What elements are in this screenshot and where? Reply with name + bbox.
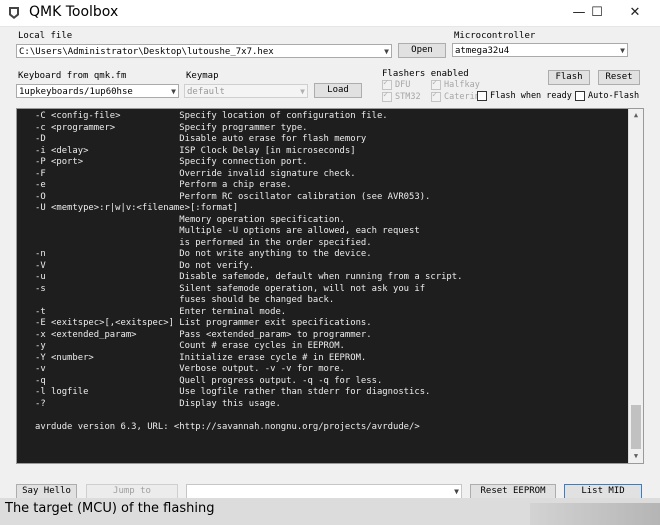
flashers-enabled-label: Flashers enabled — [382, 69, 469, 79]
chevron-down-icon[interactable]: ▼ — [384, 45, 389, 57]
console-line: -P <port> Specify connection port. — [35, 157, 308, 167]
dfu-checkbox[interactable] — [382, 78, 392, 90]
local-file-input[interactable]: C:\Users\Administrator\Desktop\lutoushe_… — [16, 44, 392, 58]
console-line: -O Perform RC oscillator calibration (se… — [35, 191, 431, 202]
load-button[interactable]: Load — [314, 83, 362, 98]
caterina-label: Caterin — [444, 92, 480, 102]
flash-button[interactable]: Flash — [548, 70, 590, 85]
console-line: -F Override invalid signature check. — [35, 168, 356, 179]
halfkay-label: Halfkay — [444, 80, 480, 90]
console-line: Multiple -U options are allowed, each re… — [35, 226, 420, 236]
console-line: -t Enter terminal mode. — [35, 306, 287, 317]
keymap-label: Keymap — [186, 71, 219, 81]
microcontroller-label: Microcontroller — [454, 31, 536, 41]
console-line: -x <extended_param> Pass <extended_param… — [35, 329, 372, 340]
keymap-value: default — [187, 87, 225, 97]
scrollbar-thumb[interactable] — [631, 405, 641, 449]
console-line: -i <delay> ISP Clock Delay [in microseco… — [35, 145, 356, 156]
console-line: -v Verbose output. -v -v for more. — [35, 364, 345, 374]
halfkay-checkbox[interactable] — [431, 78, 441, 90]
console-line: avrdude version 6.3, URL: <http://savann… — [35, 421, 420, 432]
microcontroller-select[interactable]: atmega32u4 ▼ — [452, 43, 628, 57]
console-line: -l logfile Use logfile rather than stder… — [35, 387, 431, 397]
list-mid-button[interactable]: List MID — [564, 484, 642, 499]
console-line: -V Do not verify. — [35, 260, 255, 271]
maximize-button[interactable]: ☐ — [580, 0, 614, 26]
scroll-down-icon[interactable]: ▼ — [629, 450, 643, 463]
qmk-app-icon — [9, 7, 19, 19]
console-line: -Y <number> Initialize erase cycle # in … — [35, 352, 367, 363]
console-line: is performed in the order specified. — [35, 237, 372, 248]
jump-target-select[interactable]: ▼ — [186, 484, 462, 499]
console-line: -y Count # erase cycles in EEPROM. — [35, 341, 345, 351]
console-line: -q Quell progress output. -q -q for less… — [35, 375, 383, 386]
resize-grip — [530, 503, 660, 525]
keyboard-value: 1upkeyboards/1up60hse — [19, 87, 133, 97]
console-line: -? Display this usage. — [35, 398, 281, 409]
window-title: QMK Toolbox — [29, 4, 119, 20]
console-line: -e Perform a chip erase. — [35, 180, 292, 190]
qmk-toolbox-window: QMK Toolbox — ☐ ✕ Local file C:\Users\Ad… — [0, 0, 660, 525]
caterina-checkbox[interactable] — [431, 90, 441, 102]
chevron-down-icon[interactable]: ▼ — [300, 85, 305, 97]
flash-when-ready-checkbox[interactable] — [477, 91, 487, 101]
caption-text: The target (MCU) of the flashing — [5, 501, 215, 516]
console-line: Memory operation specification. — [35, 214, 345, 225]
reset-eeprom-button[interactable]: Reset EEPROM — [470, 484, 556, 499]
scroll-up-icon[interactable]: ▲ — [629, 109, 643, 122]
local-file-label: Local file — [18, 31, 73, 41]
auto-flash-checkbox[interactable] — [575, 91, 585, 101]
chevron-down-icon[interactable]: ▼ — [620, 44, 625, 56]
flash-when-ready-label: Flash when ready — [490, 91, 572, 101]
stm32-label: STM32 — [395, 92, 421, 102]
chevron-down-icon[interactable]: ▼ — [171, 85, 176, 97]
keyboard-select[interactable]: 1upkeyboards/1up60hse ▼ — [16, 84, 179, 98]
keyboard-label: Keyboard from qmk.fm — [18, 71, 127, 81]
console-line: -U <memtype>:r|w|v:<filename>[:format] — [35, 203, 239, 213]
console-line: -c <programmer> Specify programmer type. — [35, 122, 308, 133]
microcontroller-value: atmega32u4 — [455, 46, 510, 56]
console-line: -n Do not write anything to the device. — [35, 249, 372, 259]
console-line: -E <exitspec>[,<exitspec>] List programm… — [35, 318, 372, 328]
console-line: -u Disable safemode, default when runnin… — [35, 272, 463, 282]
dfu-label: DFU — [395, 80, 411, 90]
console-output[interactable]: -C <config-file> Specify location of con… — [16, 108, 644, 464]
reset-button[interactable]: Reset — [598, 70, 640, 85]
jump-to-button[interactable]: Jump to — [86, 484, 178, 499]
auto-flash-label: Auto-Flash — [588, 91, 640, 101]
console-line: fuses should be changed back. — [35, 295, 335, 305]
close-button[interactable]: ✕ — [618, 0, 652, 26]
local-file-value: C:\Users\Administrator\Desktop\lutoushe_… — [19, 47, 274, 57]
stm32-checkbox[interactable] — [382, 90, 392, 102]
console-line: -s Silent safemode operation, will not a… — [35, 283, 426, 294]
title-bar: QMK Toolbox — ☐ ✕ — [0, 0, 660, 27]
console-scrollbar[interactable]: ▲ ▼ — [628, 109, 643, 463]
console-line: -D Disable auto erase for flash memory — [35, 134, 367, 144]
open-button[interactable]: Open — [398, 43, 446, 58]
console-line: -C <config-file> Specify location of con… — [35, 111, 388, 121]
console-text: -C <config-file> Specify location of con… — [35, 111, 462, 433]
say-hello-button[interactable]: Say Hello — [16, 484, 77, 499]
keymap-select[interactable]: default ▼ — [184, 84, 308, 98]
chevron-down-icon[interactable]: ▼ — [454, 485, 459, 498]
